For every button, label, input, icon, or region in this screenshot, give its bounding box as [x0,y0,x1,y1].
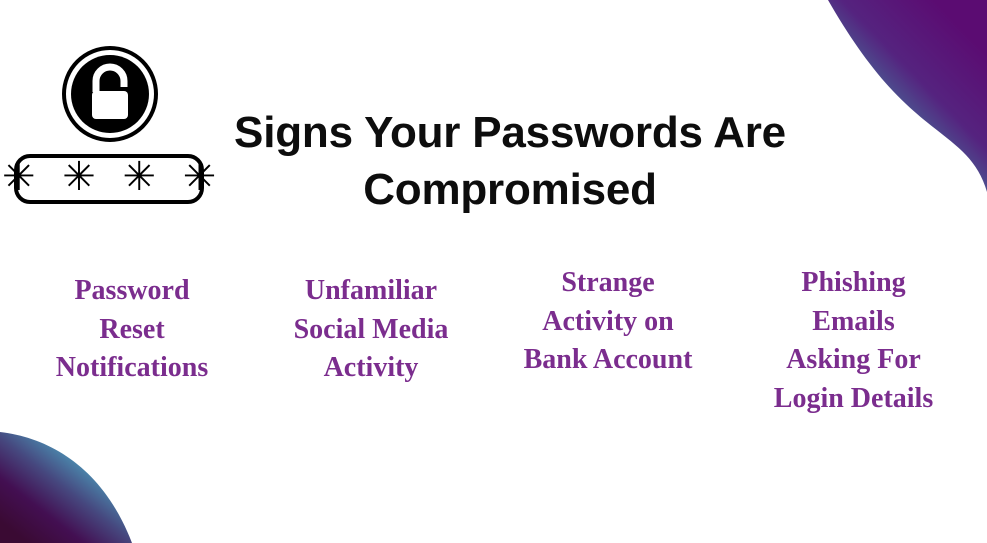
brand-mark: ✳ ✳ ✳ ✳ [2,46,216,216]
sign-item-phishing-emails: Phishing Emails Asking For Login Details [746,258,961,419]
signs-row: Password Reset Notifications Unfamiliar … [0,258,987,433]
sign-item-label: Phishing Emails Asking For Login Details [773,267,934,414]
padlock-icon-svg [62,46,158,142]
sign-item-label: Password Reset Notifications [55,275,209,384]
sign-item-label: Strange Activity on Bank Account [523,267,693,376]
sign-item-label: Unfamiliar Social Media Activity [293,275,449,384]
page-title: Signs Your Passwords Are Compromised [234,108,786,214]
slide-canvas: ✳ ✳ ✳ ✳ Signs Your Passwords Are Comprom… [0,0,987,543]
padlock-icon [62,46,158,142]
password-field: ✳ ✳ ✳ ✳ [2,154,216,204]
password-masked-characters: ✳ ✳ ✳ ✳ [1,154,224,200]
top-right-gradient-blob [828,0,987,192]
sign-item-strange-bank-account-activity: Strange Activity on Bank Account [492,258,724,380]
sign-item-unfamiliar-social-media-activity: Unfamiliar Social Media Activity [266,258,476,388]
bottom-left-gradient-blob [0,432,132,543]
sign-item-password-reset-notifications: Password Reset Notifications [8,258,256,388]
